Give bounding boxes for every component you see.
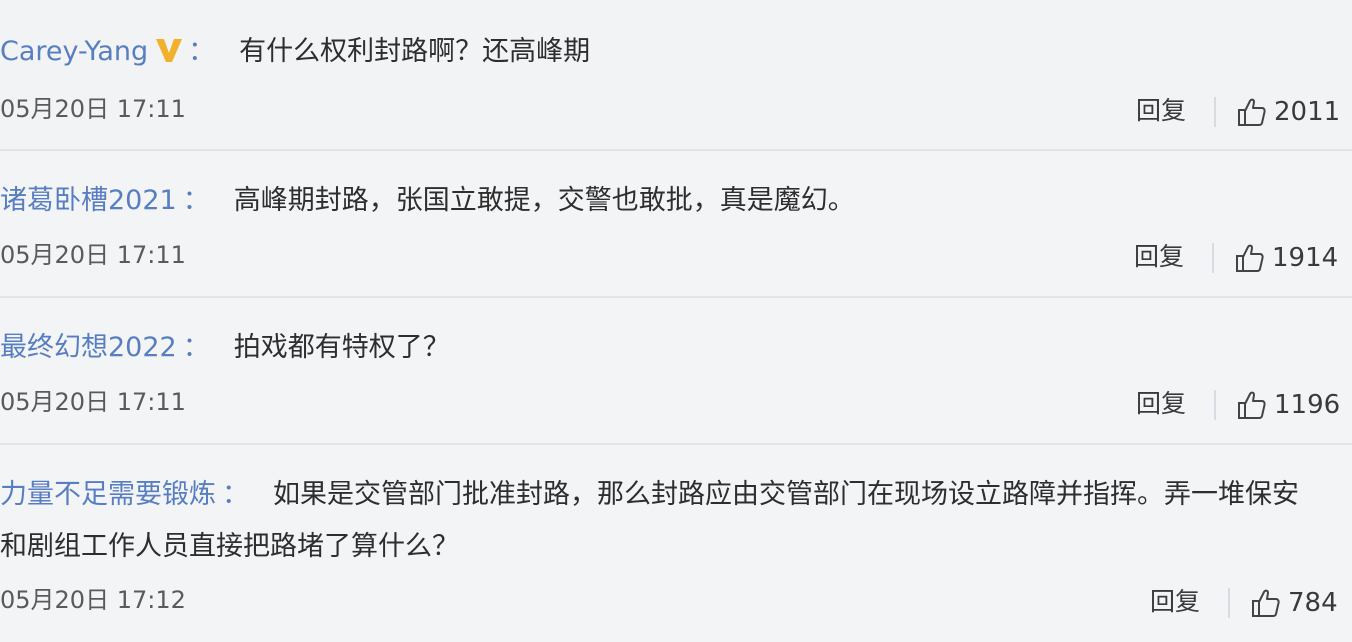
like-count: 2011 [1274,97,1341,127]
reply-button[interactable]: 回复 [1134,241,1184,273]
comment-timestamp: 05月20日 17:11 [0,388,186,416]
comment-username[interactable]: 最终幻想2022 [0,332,177,363]
comment-text: 高峰期封路，张国立敢提，交警也敢批，真是魔幻。 [233,185,855,216]
comment-text: 拍戏都有特权了？ [233,332,450,363]
comment-colon: ： [188,36,216,67]
comment-username[interactable]: 力量不足需要锻炼 [0,479,216,510]
like-count: 1914 [1272,243,1339,273]
comment-line: 和剧组工作人员直接把路堵了算什么？ [0,527,459,567]
comment-username[interactable]: 诸葛卧槽2021 [0,185,177,216]
comment-item: 力量不足需要锻炼： 如果是交管部门批准封路，那么封路应由交管部门在现场设立路障并指… [0,445,1352,642]
like-button[interactable]: 1914 [1234,240,1338,276]
like-button[interactable]: 1196 [1236,387,1340,423]
thumbs-up-icon [1252,589,1280,617]
vip-v-badge-icon[interactable] [154,35,184,65]
comment-line: Carey-Yang ： 有什么权利封路啊？还高峰期 [0,32,590,72]
reply-button[interactable]: 回复 [1136,388,1186,420]
reply-button[interactable]: 回复 [1136,95,1186,127]
reply-button[interactable]: 回复 [1150,586,1200,618]
comment-line: 最终幻想2022： 拍戏都有特权了？ [0,328,450,368]
like-button[interactable]: 2011 [1236,94,1340,130]
action-divider [1214,97,1216,127]
like-count: 1196 [1274,390,1341,420]
comment-line: 力量不足需要锻炼： 如果是交管部门批准封路，那么封路应由交管部门在现场设立路障并指… [0,475,1299,515]
action-divider [1214,390,1216,420]
comment-text: 有什么权利封路啊？还高峰期 [239,36,591,67]
comment-username[interactable]: Carey-Yang [0,36,148,67]
action-divider [1228,588,1230,618]
comment-timestamp: 05月20日 17:11 [0,95,186,123]
comment-colon: ： [222,479,249,510]
thumbs-up-icon [1238,391,1266,419]
like-button[interactable]: 784 [1250,585,1338,621]
comment-timestamp: 05月20日 17:11 [0,241,186,269]
comment-item: Carey-Yang ： 有什么权利封路啊？还高峰期 05月20日 17:11 回复… [0,0,1352,151]
thumbs-up-icon [1238,98,1266,126]
action-divider [1212,243,1214,273]
comment-item: 诸葛卧槽2021： 高峰期封路，张国立敢提，交警也敢批，真是魔幻。 05月20日 … [0,151,1352,298]
thumbs-up-icon [1236,244,1264,272]
like-count: 784 [1288,588,1338,618]
comment-colon: ： [182,332,210,363]
comment-colon: ： [182,185,210,216]
comment-text: 如果是交管部门批准封路，那么封路应由交管部门在现场设立路障并指挥。弄一堆保安 [273,479,1299,510]
comment-item: 最终幻想2022： 拍戏都有特权了？ 05月20日 17:11 回复 1196 [0,298,1352,445]
comment-timestamp: 05月20日 17:12 [0,586,186,614]
comment-text-continued: 和剧组工作人员直接把路堵了算什么？ [0,531,459,562]
comment-line: 诸葛卧槽2021： 高峰期封路，张国立敢提，交警也敢批，真是魔幻。 [0,181,855,221]
